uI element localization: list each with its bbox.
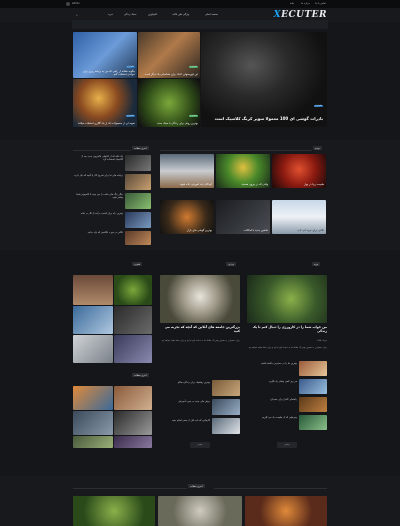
bottom-tile[interactable] [245, 496, 327, 526]
search-icon[interactable]: ⌕ [76, 13, 78, 17]
hero-section: تکنولوژی چگونه نشانه از راهی که من به بر… [0, 30, 400, 132]
gallery-tile[interactable] [114, 275, 152, 305]
featured-main-excerpt: برای دستیابی به تصویر بهتر یک مقاله ما ب… [248, 346, 328, 349]
nav-item-shop[interactable]: خرید [108, 13, 113, 16]
hero-tile-4[interactable]: تکنولوژی بهترین روش برای زندگی با سبک جد… [138, 79, 200, 127]
gallery-tile[interactable] [114, 411, 152, 435]
hero-tile-3[interactable]: تکنولوژی نمونه ای از محصولات که از یک گا… [73, 79, 137, 127]
list-thumb[interactable] [125, 212, 151, 228]
bottom-tile[interactable] [158, 496, 242, 526]
top-link-home[interactable]: خانه [290, 2, 294, 5]
site-logo[interactable]: XECUTER [274, 10, 327, 20]
featured-main-title[interactable]: من خواب شما را در کارورزی را دنبال کنم ت… [247, 325, 327, 333]
top-link-about[interactable]: درباره ما [301, 2, 310, 5]
list-item[interactable]: راهنمای کامل برای مبتدیان [247, 398, 297, 401]
top-bar: Admin تماس با ما درباره ما خانه [0, 0, 400, 8]
main-nav [72, 20, 328, 29]
gallery-tile[interactable] [73, 306, 113, 334]
section-badge-latest-3: آخرین مطالب [188, 484, 205, 488]
featured-main-image[interactable] [247, 275, 327, 323]
top-link-contact[interactable]: تماس با ما [315, 2, 326, 5]
nav-item-tech[interactable]: تکنولوژی [148, 13, 157, 16]
list-thumb[interactable] [125, 193, 151, 209]
list-item[interactable]: بهترین ها را در دسترس داشته باشید [247, 362, 297, 365]
section-badge-video: ویدیو [313, 146, 322, 150]
list-thumb[interactable] [212, 418, 240, 434]
video-tile-6[interactable]: نکاتی برای خرید لپ تاپ [272, 200, 326, 234]
list-thumb[interactable] [212, 399, 240, 415]
video-tile-3[interactable]: طبیعت زیبا در بهار [272, 154, 326, 188]
divider [160, 150, 312, 151]
bottom-tile[interactable] [73, 496, 155, 526]
list-item[interactable]: نکاتی در مورد عکاسی که باید بدانید [73, 231, 123, 234]
user-icon [66, 1, 70, 6]
nav-item-lifestyle[interactable]: سبک زندگی [124, 13, 136, 16]
divider [73, 150, 131, 151]
list-thumb[interactable] [125, 155, 151, 171]
gallery-tile[interactable] [73, 411, 113, 435]
list-item[interactable]: دیگر رنگ های ساده را می بینید تا کامپیوت… [73, 193, 123, 199]
list-item[interactable]: برنامه های ما برای شروع کار با آنچه که ن… [73, 174, 123, 177]
bottom-section: آخرین مطالب [0, 476, 400, 526]
section-badge-tech: فناوری [132, 262, 143, 266]
list-thumb[interactable] [299, 415, 327, 430]
section-badge-featured: ویژه [312, 262, 321, 266]
video-tile-4[interactable]: بهترین گوشی های بازار [160, 200, 214, 234]
gallery-tile[interactable] [73, 335, 113, 363]
sport-main-image[interactable] [160, 275, 240, 323]
list-item[interactable]: چیزهایی که از طبیعت یاد می گیریم [247, 416, 297, 419]
gallery-tile[interactable] [73, 436, 113, 448]
gallery-tile[interactable] [114, 436, 152, 448]
gallery-tile[interactable] [73, 275, 113, 305]
video-tile-1[interactable]: کودکان باید آموزش داده شوند [160, 154, 214, 188]
divider [214, 488, 327, 489]
gallery-tile[interactable] [114, 306, 152, 334]
featured-main-date: خرداد ۱۳۹۵ [316, 339, 327, 342]
header: XECUTER ⌕ خرید سبک زندگی تکنولوژی ویژگی … [0, 8, 400, 29]
video-tile-5[interactable]: ماشین جدید با امکانات [216, 200, 270, 234]
sport-main-title[interactable]: بزرگترین جامعه های آنلاین که آنچه که تجر… [160, 325, 240, 333]
section-badge-latest-2: آخرین مطالب [132, 373, 149, 377]
section-badge-sport: ورزش [226, 262, 236, 266]
hero-tile-1[interactable]: تکنولوژی چگونه نشانه از راهی که من به بر… [73, 32, 137, 78]
list-thumb[interactable] [212, 380, 240, 396]
section-badge-latest: آخرین مطالب [132, 146, 149, 150]
nav-item-home[interactable]: صفحه اصلی [205, 13, 218, 16]
hero-tile-2[interactable]: تکنولوژی این فهرستهای اعداد برای شناسایی… [138, 32, 200, 78]
list-thumb[interactable] [299, 397, 327, 412]
list-item[interactable]: روش های جدید در مورد آموزش [160, 400, 210, 403]
more-button-right[interactable]: بیشتر [277, 442, 297, 448]
list-thumb[interactable] [125, 231, 151, 245]
category-section: فناوری ورزش ویژه آخرین مطالب بزرگترین جا… [0, 258, 400, 468]
hero-main-tile[interactable]: تکنولوژی بادرات گوشی ای 100 معمولا سوپر … [201, 32, 327, 127]
sport-main-excerpt: برای دستیابی به تصویر بهتر یک مقاله ما ب… [161, 339, 241, 342]
list-item[interactable]: کارهایی که باید قبل از سفر انجام دهید [160, 419, 210, 422]
more-button-mid[interactable]: بیشتر [190, 442, 210, 448]
video-tile-2[interactable]: وقتی که در بیرون هستید [216, 154, 270, 188]
list-item[interactable]: هر روز کمی بیشتر یاد بگیرید [247, 380, 297, 383]
latest-section: آخرین مطالب ویدیو یک نکته که از کتابهای … [0, 140, 400, 250]
list-thumb[interactable] [125, 174, 151, 190]
admin-link[interactable]: Admin [72, 2, 80, 5]
gallery-tile[interactable] [114, 386, 152, 410]
list-item[interactable]: بهترین راه برای کسب درآمد از کار در خانه [73, 212, 123, 215]
list-item[interactable]: بهترین پیشنهاد برای زندگی سالم [160, 381, 210, 384]
gallery-tile[interactable] [73, 386, 113, 410]
gallery-tile[interactable] [114, 335, 152, 363]
list-item[interactable]: یک نکته که از کتابهای فانتزیون جدید بعد … [73, 155, 123, 161]
list-thumb[interactable] [299, 361, 327, 376]
nav-item-features[interactable]: ویژگی های قالب [172, 13, 189, 16]
list-thumb[interactable] [299, 379, 327, 394]
divider [73, 488, 187, 489]
